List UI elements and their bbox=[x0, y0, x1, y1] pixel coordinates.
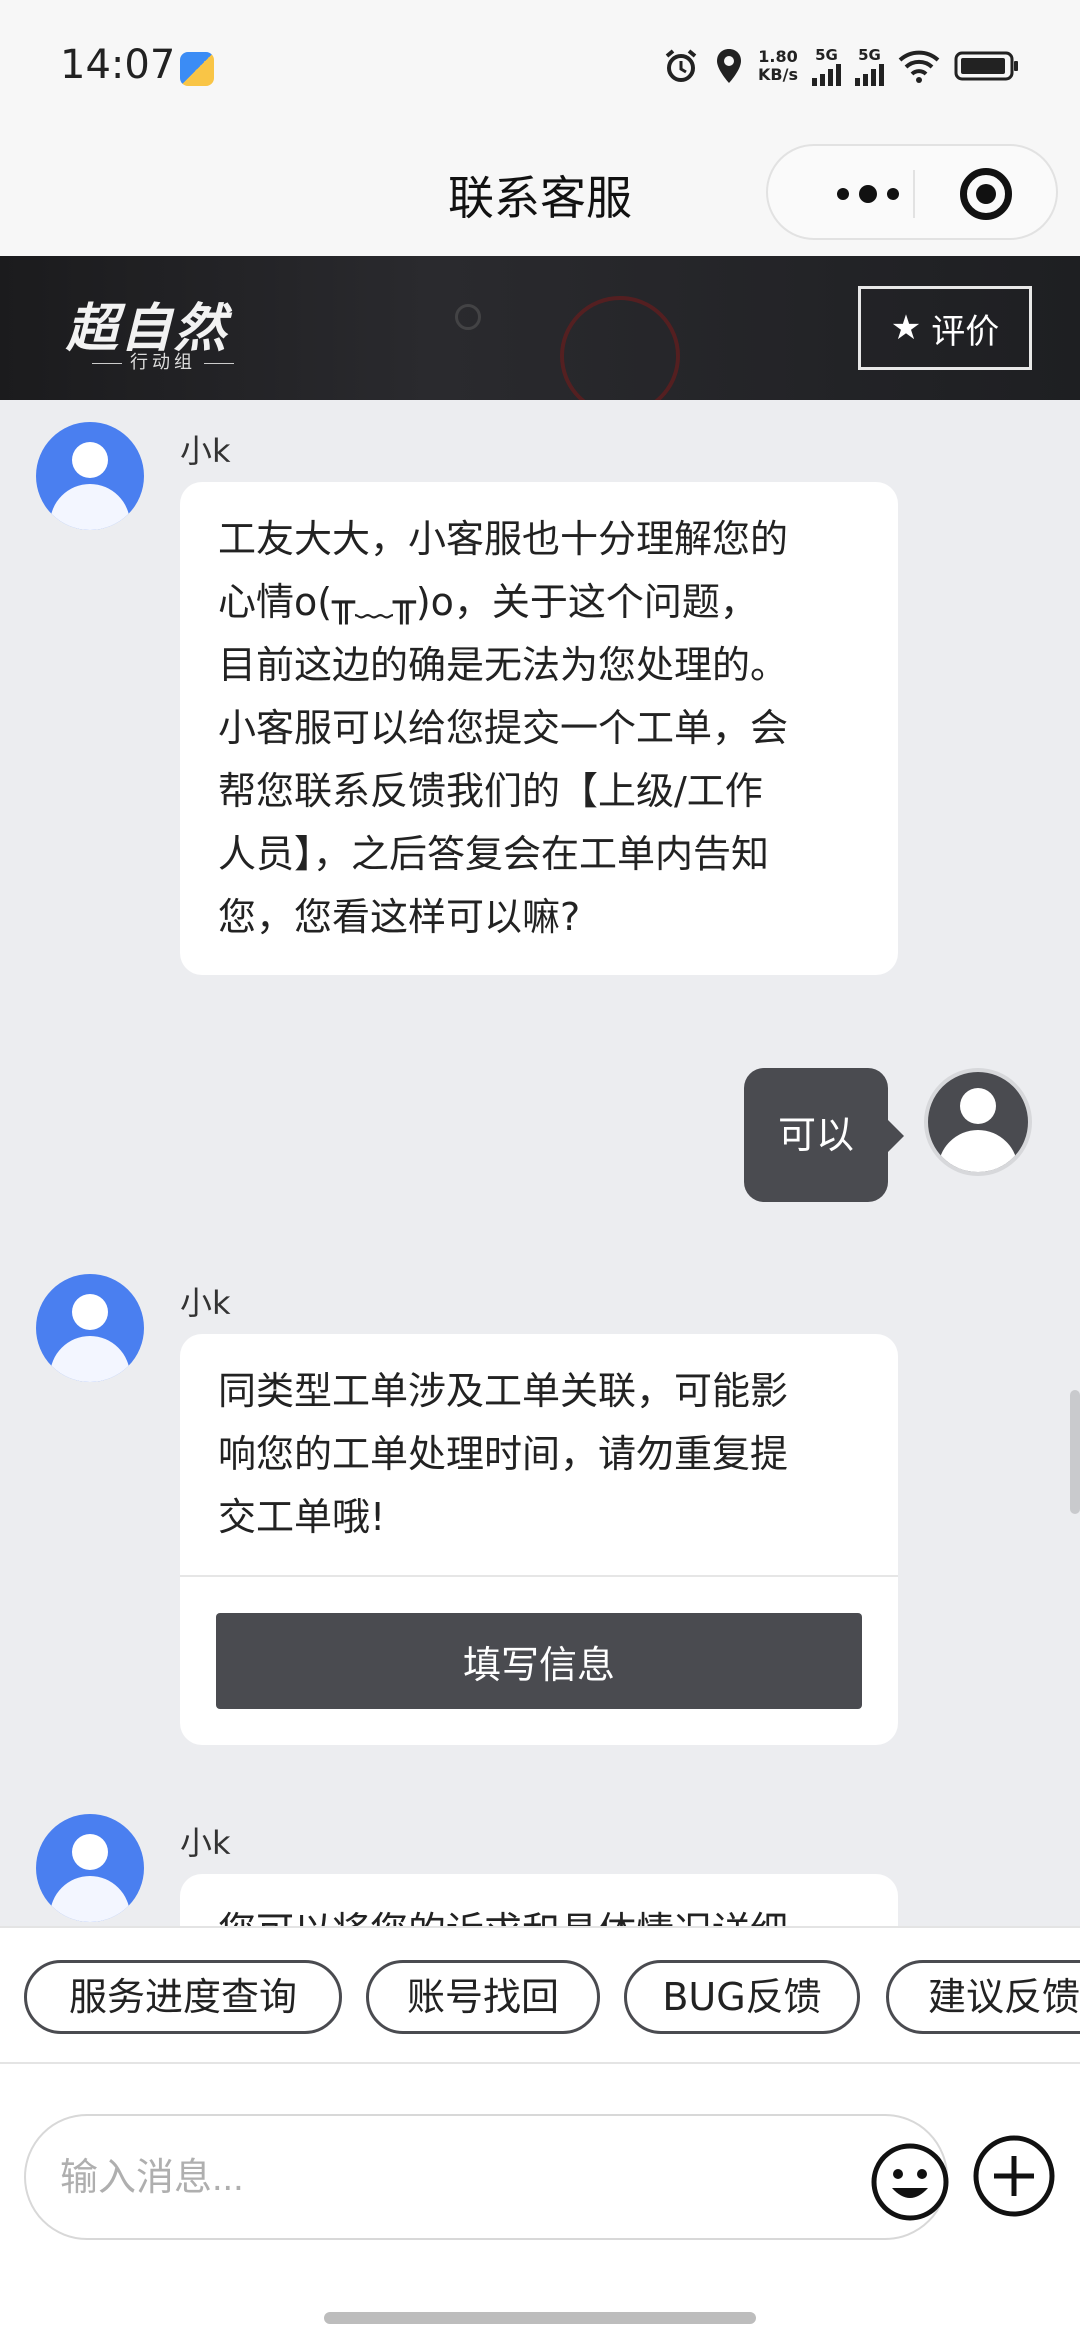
quick-reply-service-progress[interactable]: 服务进度查询 bbox=[24, 1960, 342, 2034]
game-banner: 超自然 行动组 ★ 评价 bbox=[0, 256, 1080, 400]
miniprogram-capsule bbox=[766, 144, 1058, 240]
agent-message-bubble: 同类型工单涉及工单关联，可能影 响您的工单处理时间，请勿重复提 交工单哦! 填写… bbox=[180, 1334, 898, 1745]
input-bar bbox=[0, 2064, 1080, 2344]
message-text: 工友大大，小客服也十分理解您的 心情o(╥﹏╥)o，关于这个问题， 目前这边的确… bbox=[218, 517, 789, 939]
rate-button[interactable]: ★ 评价 bbox=[858, 286, 1032, 370]
chat-area[interactable]: 小k 工友大大，小客服也十分理解您的 心情o(╥﹏╥)o，关于这个问题， 目前这… bbox=[0, 400, 1080, 1926]
close-miniprogram-icon[interactable] bbox=[960, 168, 1012, 220]
sender-name: 小k bbox=[180, 432, 231, 470]
sender-name: 小k bbox=[180, 1284, 231, 1322]
agent-avatar bbox=[36, 422, 144, 530]
status-icons: 1.80 KB/s 5G 5G bbox=[662, 46, 1020, 86]
battery-icon bbox=[954, 51, 1018, 81]
signal-sim2: 5G bbox=[855, 46, 884, 86]
star-icon: ★ bbox=[890, 308, 922, 348]
signal-bars-icon bbox=[812, 64, 841, 86]
more-options-icon[interactable] bbox=[808, 174, 928, 214]
agent-avatar bbox=[36, 1274, 144, 1382]
emoji-icon[interactable] bbox=[870, 2142, 950, 2222]
banner-decoration bbox=[455, 304, 481, 330]
location-icon bbox=[717, 49, 742, 83]
user-message-bubble: 可以 bbox=[743, 1068, 905, 1202]
alarm-icon bbox=[665, 49, 697, 82]
fill-info-button[interactable]: 填写信息 bbox=[216, 1613, 862, 1709]
message-input[interactable] bbox=[60, 2146, 820, 2210]
agent-avatar bbox=[36, 1814, 144, 1922]
rate-label: 评价 bbox=[931, 311, 1000, 352]
title-bar: 联系客服 bbox=[0, 140, 1080, 256]
quick-reply-bar: 服务进度查询 账号找回 BUG反馈 建议反馈 bbox=[0, 1926, 1080, 2064]
net-speed: 1.80 KB/s bbox=[758, 47, 798, 84]
quick-reply-bug-report[interactable]: BUG反馈 bbox=[624, 1960, 860, 2034]
message-text: 同类型工单涉及工单关联，可能影 响您的工单处理时间，请勿重复提 交工单哦! bbox=[218, 1369, 789, 1539]
bubble-divider bbox=[180, 1575, 898, 1577]
message-text: 您可以将您的诉求和具体情况详细 bbox=[180, 1874, 898, 1926]
agent-message-bubble: 您可以将您的诉求和具体情况详细 bbox=[180, 1874, 898, 1926]
message-input-wrapper bbox=[24, 2114, 950, 2240]
signal-bars-icon bbox=[855, 64, 884, 86]
status-bar: 14:07 1.80 KB/s 5G 5G bbox=[0, 0, 1080, 140]
message-text: 可以 bbox=[777, 1113, 854, 1157]
add-icon[interactable] bbox=[972, 2134, 1056, 2218]
sender-name: 小k bbox=[180, 1824, 231, 1862]
banner-decoration bbox=[560, 296, 680, 400]
agent-message-bubble: 工友大大，小客服也十分理解您的 心情o(╥﹏╥)o，关于这个问题， 目前这边的确… bbox=[180, 482, 898, 975]
home-indicator[interactable] bbox=[324, 2312, 756, 2324]
game-logo-subtitle: 行动组 bbox=[84, 348, 242, 374]
signal-sim1: 5G bbox=[812, 46, 841, 86]
quick-reply-account-recovery[interactable]: 账号找回 bbox=[366, 1960, 600, 2034]
app-notification-icon bbox=[180, 52, 214, 86]
scrollbar[interactable] bbox=[1070, 1390, 1080, 1514]
wifi-icon bbox=[898, 50, 940, 83]
user-avatar bbox=[924, 1068, 1032, 1176]
status-time: 14:07 bbox=[60, 42, 176, 88]
capsule-divider bbox=[913, 170, 915, 218]
quick-reply-suggestion[interactable]: 建议反馈 bbox=[886, 1960, 1080, 2034]
